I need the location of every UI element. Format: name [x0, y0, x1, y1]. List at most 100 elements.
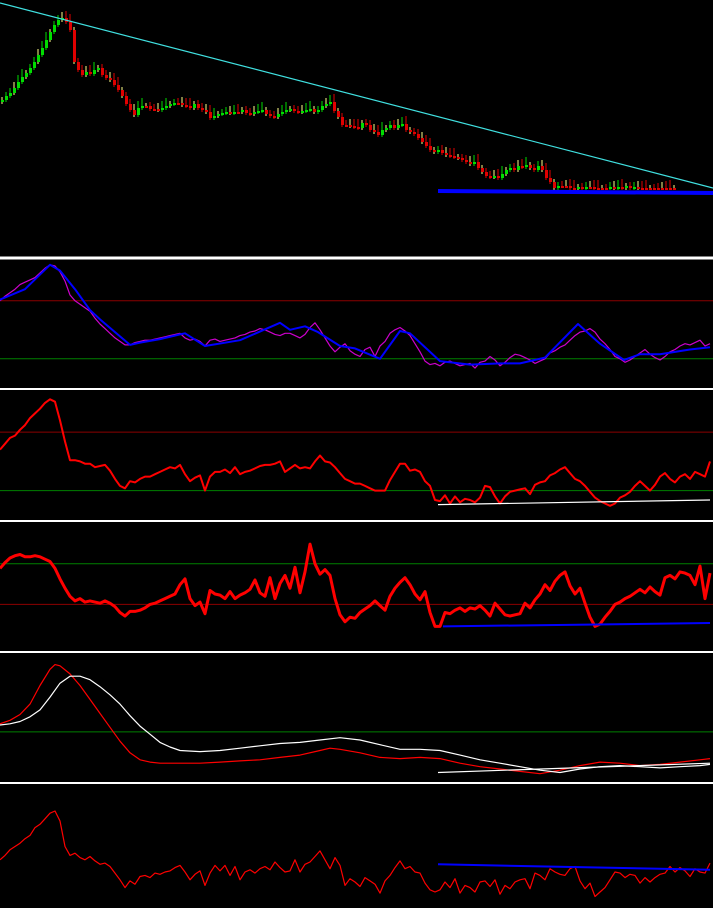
candle [161, 108, 164, 110]
candle [489, 176, 492, 178]
candle [209, 112, 212, 118]
candle [397, 125, 400, 128]
candle [277, 114, 280, 117]
candle [205, 110, 208, 112]
candle [569, 186, 572, 188]
candle [269, 114, 272, 116]
candle [585, 187, 588, 189]
candle [509, 168, 512, 170]
candle [189, 106, 192, 108]
candle [645, 188, 648, 190]
candle [549, 178, 552, 182]
candle [241, 110, 244, 112]
candle [429, 146, 432, 150]
candle [633, 187, 636, 189]
candle [457, 157, 460, 159]
candle [453, 156, 456, 158]
candle [521, 166, 524, 168]
candle [13, 88, 16, 93]
candle [233, 112, 236, 114]
candle [201, 108, 204, 110]
candle [337, 111, 340, 117]
candle [141, 106, 144, 108]
candle [589, 187, 592, 189]
candle [613, 187, 616, 189]
candle [229, 112, 232, 114]
candle [313, 109, 316, 112]
candle [413, 132, 416, 134]
candle [609, 187, 612, 189]
candle [357, 127, 360, 129]
candle [105, 75, 108, 78]
candle [213, 116, 216, 118]
candle [325, 104, 328, 106]
candle [249, 113, 252, 115]
candle [605, 188, 608, 190]
candle [321, 106, 324, 110]
candle [137, 108, 140, 115]
candle [257, 111, 260, 113]
candle [329, 102, 332, 104]
candle [49, 32, 52, 40]
candle [361, 123, 364, 128]
candle [133, 110, 136, 115]
candle [225, 112, 228, 114]
candle [501, 174, 504, 178]
candle [341, 117, 344, 125]
candle [253, 112, 256, 114]
candle [617, 187, 620, 189]
candle [245, 110, 248, 113]
candle [661, 188, 664, 190]
candle [373, 130, 376, 132]
candle [149, 106, 152, 109]
candle [505, 170, 508, 174]
candle [109, 78, 112, 80]
candle [93, 70, 96, 74]
candle [573, 188, 576, 190]
candle [57, 20, 60, 25]
candle [481, 168, 484, 172]
candle [81, 70, 84, 75]
candle [389, 125, 392, 128]
candle [421, 138, 424, 142]
candle [289, 109, 292, 111]
candle [1, 100, 4, 102]
candle [33, 62, 36, 68]
candle [333, 102, 336, 111]
candle [197, 104, 200, 108]
candle [401, 124, 404, 126]
candle [345, 125, 348, 127]
candle [73, 30, 76, 62]
candle [665, 188, 668, 190]
candle [441, 150, 444, 153]
candle [353, 126, 356, 128]
candle [21, 77, 24, 82]
candle [445, 153, 448, 155]
candle [409, 130, 412, 132]
candle [393, 125, 396, 128]
candle [577, 187, 580, 189]
candle [673, 188, 676, 190]
candle [293, 109, 296, 111]
candle [581, 187, 584, 189]
candle [29, 68, 32, 73]
candle [553, 182, 556, 188]
candle [317, 110, 320, 112]
candle [381, 130, 384, 135]
candle [369, 125, 372, 130]
candle [637, 187, 640, 189]
candle [5, 96, 8, 100]
candle [545, 170, 548, 178]
chart-background [0, 0, 713, 908]
candle [561, 186, 564, 188]
candle [405, 124, 408, 130]
candle [9, 93, 12, 96]
candle [497, 176, 500, 178]
candle [349, 125, 352, 127]
candle [297, 111, 300, 113]
candle [237, 112, 240, 114]
candle [601, 188, 604, 190]
candle [273, 116, 276, 118]
candle [37, 55, 40, 62]
candle [169, 104, 172, 106]
